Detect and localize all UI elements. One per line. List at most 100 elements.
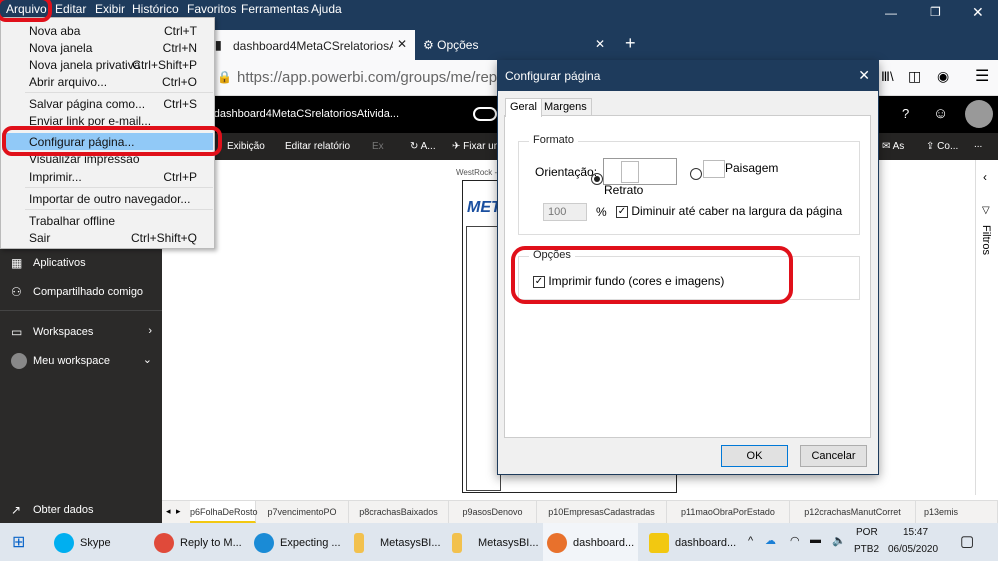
taskbar-folder[interactable]: MetasysBI... [350, 523, 445, 561]
clock-date[interactable]: 06/05/2020 [888, 544, 938, 555]
sidebar-item-shared[interactable]: ⚇ Compartilhado comigo [0, 279, 162, 307]
filters-pane[interactable]: ‹ ▽ Filtros [975, 160, 998, 495]
hamburger-menu-icon[interactable]: ☰ [975, 66, 989, 86]
menu-exibir[interactable]: Exibir [95, 2, 125, 16]
menu-ajuda[interactable]: Ajuda [311, 2, 342, 16]
windows-start-icon[interactable]: ⊞ [12, 532, 25, 552]
toggle-switch[interactable] [473, 107, 497, 121]
page-tab[interactable]: p12crachasManutCorret [790, 501, 916, 523]
export-button[interactable]: Ex [372, 141, 384, 152]
menu-editar[interactable]: Editar [55, 2, 86, 16]
tab-dashboard[interactable]: ▮ dashboard4MetaCSrelatoriosAt ✕ [205, 30, 415, 60]
page-tab[interactable]: p6FolhaDeRosto [190, 501, 258, 523]
landscape-radio[interactable] [690, 167, 702, 180]
refresh-label: A... [420, 141, 436, 152]
close-icon[interactable]: ✕ [858, 67, 870, 84]
page-tab[interactable]: p8crachasBaixados [349, 501, 449, 523]
page-tab[interactable]: p9asosDenovo [449, 501, 537, 523]
url-text[interactable]: https://app.powerbi.com/groups/me/report… [237, 69, 535, 86]
taskbar-firefox[interactable]: dashboard... [543, 523, 638, 561]
keyboard-layout[interactable]: PTB2 [854, 544, 879, 555]
menu-item-abrir-arquivo[interactable]: Abrir arquivo... Ctrl+O [2, 73, 213, 90]
shrink-to-fit-checkbox[interactable]: ✓ Diminuir até caber na largura da págin… [616, 204, 842, 218]
scroll-left-icon[interactable]: ◂ [166, 506, 171, 517]
new-tab-button[interactable]: + [625, 33, 636, 54]
clock-time[interactable]: 15:47 [903, 527, 928, 538]
checkbox-icon: ✓ [616, 205, 628, 218]
refresh-button[interactable]: ↻ A... [410, 141, 436, 152]
menu-ferramentas[interactable]: Ferramentas [241, 2, 309, 16]
page-tab[interactable]: p7vencimentoPO [256, 501, 349, 523]
sidebar-icon[interactable]: ◫ [908, 68, 921, 85]
breadcrumb[interactable]: › dashboard4MetaCSrelatoriosAtivida... [207, 108, 399, 120]
volume-icon[interactable]: 🔈 [832, 534, 846, 547]
taskbar-folder[interactable]: MetasysBI... [448, 523, 543, 561]
tab-margens[interactable]: Margens [539, 98, 592, 116]
subscribe-button[interactable]: ✉ As [882, 141, 904, 152]
portrait-page-icon [621, 161, 640, 183]
portrait-radio[interactable] [591, 173, 603, 185]
tray-chevron-icon[interactable]: ^ [748, 535, 753, 547]
close-tab-icon[interactable]: ✕ [595, 37, 605, 51]
page-tab[interactable]: p13emis [916, 501, 998, 523]
menu-item-nova-janela[interactable]: Nova janela Ctrl+N [2, 39, 213, 56]
sidebar-item-my-workspace[interactable]: Meu workspace ⌄ [0, 348, 162, 376]
minimize-icon[interactable]: — [885, 6, 897, 20]
library-icon[interactable]: Ⅲ\ [881, 69, 894, 85]
account-icon[interactable]: ◉ [937, 68, 949, 85]
menu-historico[interactable]: Histórico [132, 2, 179, 16]
portrait-option[interactable]: Retrato [591, 158, 677, 197]
menu-item-imprimir[interactable]: Imprimir... Ctrl+P [2, 168, 213, 185]
close-window-icon[interactable]: ✕ [972, 4, 984, 21]
landscape-option[interactable]: Paisagem [703, 160, 778, 178]
shortcut: Ctrl+T [164, 24, 197, 38]
menu-item-label: Sair [29, 231, 51, 245]
view-menu[interactable]: Exibição [227, 141, 265, 152]
share-button[interactable]: ⇪ Co... [926, 141, 958, 152]
help-icon[interactable]: ? [902, 106, 909, 121]
edit-report-button[interactable]: Editar relatório [285, 141, 350, 152]
sidebar-item-get-data[interactable]: ↗ Obter dados [0, 497, 162, 525]
chevron-left-icon[interactable]: ‹ [983, 170, 987, 184]
onedrive-icon[interactable]: ☁ [765, 534, 776, 547]
taskbar-edge[interactable]: Expecting ... [250, 523, 345, 561]
workspace-avatar-icon [11, 353, 27, 369]
menu-item-sair[interactable]: Sair Ctrl+Shift+Q [2, 229, 213, 246]
pin-button[interactable]: ✈ Fixar um [452, 141, 502, 152]
cancel-button[interactable]: Cancelar [800, 445, 867, 467]
sidebar-item-apps[interactable]: ▦ Aplicativos [0, 250, 162, 278]
more-options-button[interactable]: ... [974, 139, 982, 150]
shortcut: Ctrl+O [161, 75, 197, 89]
page-tab[interactable]: p10EmpresasCadastradas [537, 501, 667, 523]
language-indicator[interactable]: POR [856, 527, 878, 538]
folder-icon [354, 533, 364, 553]
menu-item-offline[interactable]: Trabalhar offline [2, 212, 213, 229]
wifi-icon[interactable]: ◠ [790, 534, 800, 547]
shortcut: Ctrl+Shift+Q [130, 231, 197, 245]
taskbar-chrome[interactable]: Reply to M... [150, 523, 245, 561]
notifications-icon[interactable]: ▢ [960, 532, 974, 550]
taskbar-label: Reply to M... [180, 537, 242, 549]
ok-button[interactable]: OK [721, 445, 788, 467]
menu-item-salvar[interactable]: Salvar página como... Ctrl+S [2, 95, 213, 112]
feedback-icon[interactable]: ☺ [933, 105, 948, 122]
sidebar-item-workspaces[interactable]: ▭ Workspaces › [0, 319, 162, 347]
close-tab-icon[interactable]: ✕ [392, 37, 407, 51]
scale-input[interactable]: 100 [543, 203, 587, 221]
battery-icon[interactable]: ▬ [810, 534, 821, 546]
menu-item-nova-aba[interactable]: Nova aba Ctrl+T [2, 22, 213, 39]
avatar[interactable] [965, 100, 993, 128]
menu-favoritos[interactable]: Favoritos [187, 2, 236, 16]
scroll-right-icon[interactable]: ▸ [176, 506, 181, 517]
tab-options[interactable]: ⚙ Opções ✕ [415, 30, 615, 60]
tab-geral[interactable]: Geral [505, 98, 542, 117]
maximize-icon[interactable]: ❐ [930, 5, 941, 19]
menu-item-importar[interactable]: Importar de outro navegador... [2, 190, 213, 207]
menu-item-janela-privativa[interactable]: Nova janela privativa Ctrl+Shift+P [2, 56, 213, 73]
percent-label: % [596, 205, 607, 219]
taskbar-powerbi[interactable]: dashboard... [645, 523, 740, 561]
page-tab[interactable]: p11maoObraPorEstado [667, 501, 790, 523]
skype-icon [54, 533, 74, 553]
taskbar-label: dashboard... [573, 537, 635, 549]
taskbar-skype[interactable]: Skype [50, 523, 145, 561]
